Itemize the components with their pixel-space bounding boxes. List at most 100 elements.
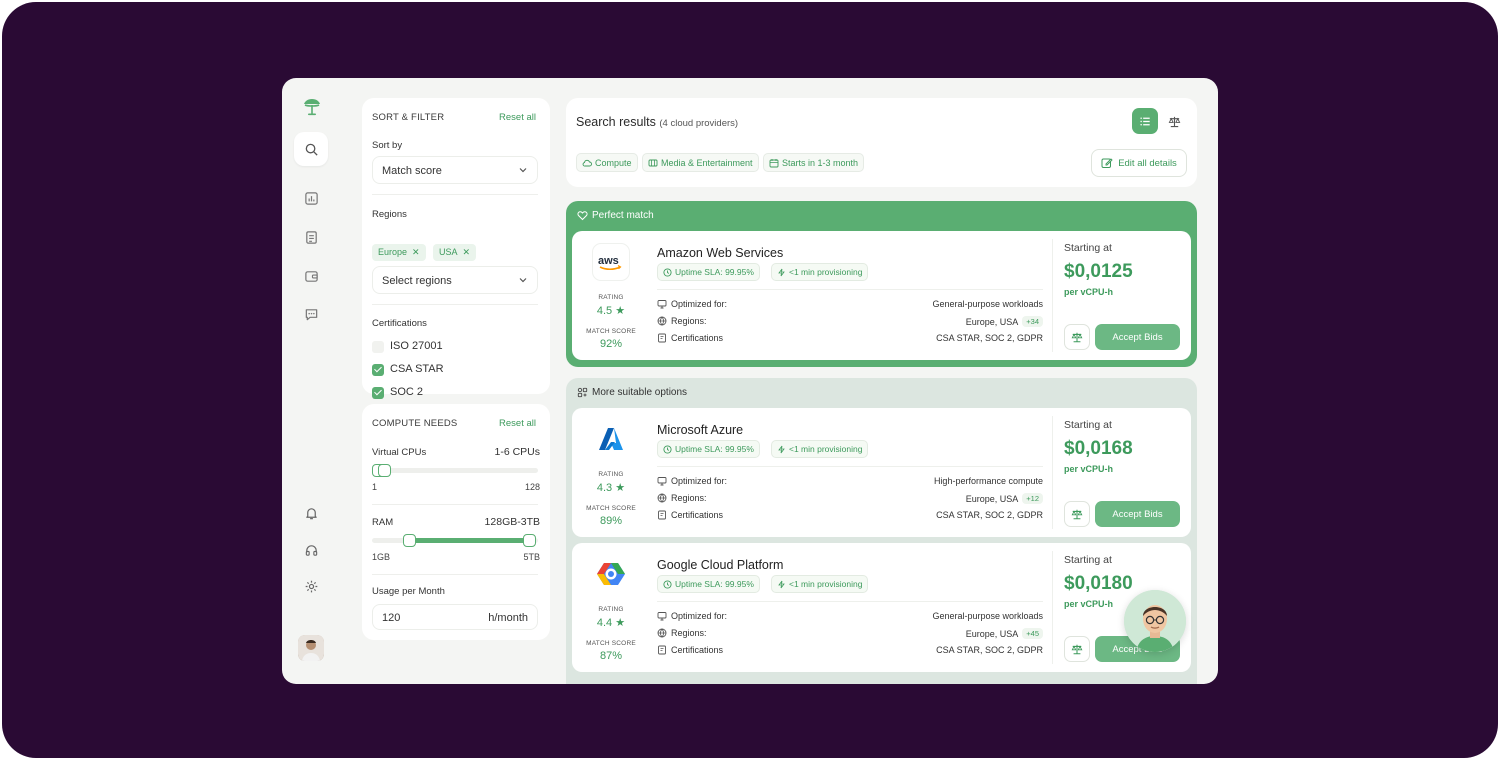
chip-media[interactable]: Media & Entertainment [642, 153, 759, 172]
rating-value: 4.5 ★ [596, 305, 626, 317]
vcpu-slider-track[interactable] [372, 464, 538, 477]
provider-card-azure[interactable]: RATING 4.3 ★ MATCH SCORE 89% Microsoft A… [572, 408, 1191, 537]
nav-notifications[interactable] [294, 496, 328, 530]
nav-reports[interactable] [294, 181, 328, 215]
divider [657, 601, 1043, 602]
cert-label-csa: CSA STAR [390, 363, 444, 375]
aws-logo: aws [592, 243, 630, 281]
compare-button[interactable] [1064, 501, 1090, 527]
uptime-badge: Uptime SLA: 99.95% [657, 575, 760, 593]
price: $0,0125 [1064, 261, 1133, 282]
usage-value: 120 [382, 612, 401, 624]
list-view-button[interactable] [1132, 108, 1158, 134]
region-tag-usa[interactable]: USA ✕ [433, 244, 477, 261]
checkbox-csa-star[interactable] [372, 364, 384, 376]
regions-row: Regions: Europe, USA +45 [657, 628, 1043, 642]
provisioning-badge: <1 min provisioning [771, 263, 869, 281]
chevron-down-icon [519, 278, 527, 283]
gcp-logo-icon [597, 563, 625, 585]
regions-placeholder: Select regions [382, 275, 452, 287]
ram-max-handle[interactable] [523, 534, 537, 547]
uptime-badge: Uptime SLA: 99.95% [657, 263, 760, 281]
user-avatar[interactable] [298, 635, 324, 661]
remove-tag-icon[interactable]: ✕ [463, 247, 471, 257]
certifications-row: Certifications CSA STAR, SOC 2, GDPR [657, 333, 1043, 347]
divider [372, 304, 538, 305]
compare-button[interactable] [1064, 636, 1090, 662]
match-value: 87% [599, 650, 623, 662]
checkbox-iso-27001[interactable] [372, 341, 384, 353]
starting-label: Starting at [1064, 419, 1112, 431]
nav-support[interactable] [294, 533, 328, 567]
provisioning-badge: <1 min provisioning [771, 575, 869, 593]
provider-card-gcp[interactable]: RATING 4.4 ★ MATCH SCORE 87% Google Clou… [572, 543, 1191, 672]
provider-card-aws[interactable]: aws RATING 4.5 ★ MATCH SCORE 92% Amazon … [572, 231, 1191, 360]
ram-slider-track[interactable] [372, 534, 538, 547]
nav-search[interactable] [294, 132, 328, 166]
vcpu-max-handle[interactable] [378, 464, 392, 477]
nav-documents[interactable] [294, 220, 328, 254]
assistant-avatar[interactable] [1124, 590, 1186, 652]
rating-label: RATING [598, 471, 624, 478]
remove-tag-icon[interactable]: ✕ [412, 247, 420, 257]
monitor-icon [657, 477, 667, 486]
results-count: (4 cloud providers) [659, 118, 739, 129]
document-icon [305, 230, 317, 244]
ram-max-tick: 5TB [523, 552, 540, 562]
price-unit: per vCPU-h [1064, 287, 1114, 297]
region-tag-europe[interactable]: Europe ✕ [372, 244, 426, 261]
heart-icon [577, 211, 588, 221]
provisioning-badge: <1 min provisioning [771, 440, 869, 458]
edit-details-button[interactable]: Edit all details [1091, 149, 1187, 177]
assistant-character-icon [1124, 590, 1186, 652]
divider [1052, 239, 1053, 352]
more-options-group: More suitable options RATING 4.3 ★ MATCH… [566, 378, 1197, 684]
chip-start-date[interactable]: Starts in 1-3 month [763, 153, 865, 172]
checkbox-soc-2[interactable] [372, 387, 384, 399]
usage-input[interactable]: 120 h/month [372, 604, 538, 630]
azure-logo-icon [599, 428, 623, 450]
starting-label: Starting at [1064, 554, 1112, 566]
app-window: SORT & FILTER Reset all Sort by Match sc… [282, 78, 1218, 684]
headset-icon [305, 544, 317, 556]
certifications-row: Certifications CSA STAR, SOC 2, GDPR [657, 645, 1043, 659]
nav-wallet[interactable] [294, 259, 328, 293]
lightning-icon [778, 445, 785, 453]
chevron-down-icon [519, 168, 527, 173]
globe-icon [657, 316, 667, 326]
calendar-icon [769, 158, 779, 167]
accept-bids-button[interactable]: Accept Bids [1095, 324, 1180, 350]
scale-icon [1168, 116, 1180, 127]
divider [1052, 416, 1053, 529]
sort-by-select[interactable]: Match score [372, 156, 538, 184]
search-results-header: Search results (4 cloud providers) Compu… [566, 98, 1197, 187]
scale-icon [1071, 332, 1083, 343]
accept-bids-button[interactable]: Accept Bids [1095, 501, 1180, 527]
compare-view-button[interactable] [1161, 108, 1187, 134]
star-icon: ★ [615, 305, 626, 317]
usage-unit: h/month [488, 612, 528, 624]
reset-filters-link[interactable]: Reset all [499, 112, 536, 123]
compare-button[interactable] [1064, 324, 1090, 350]
list-icon [1139, 117, 1150, 125]
lightning-icon [778, 268, 785, 276]
ram-min-handle[interactable] [402, 534, 416, 547]
nav-messages[interactable] [294, 297, 328, 331]
certifications-label: Certifications [372, 318, 427, 329]
svg-text:aws: aws [598, 255, 619, 267]
filter-title: SORT & FILTER [372, 112, 445, 123]
divider [657, 466, 1043, 467]
clock-icon [663, 267, 672, 277]
reset-compute-link[interactable]: Reset all [499, 418, 536, 429]
vcpu-min-tick: 1 [372, 482, 378, 492]
cloud-icon [582, 159, 592, 166]
optimized-row: Optimized for: High-performance compute [657, 476, 1043, 490]
nav-settings[interactable] [294, 569, 328, 603]
scale-icon [1071, 509, 1083, 520]
chip-compute[interactable]: Compute [576, 153, 638, 172]
regions-more-badge: +12 [1022, 493, 1043, 504]
match-value: 92% [599, 338, 623, 350]
regions-select[interactable]: Select regions [372, 266, 538, 294]
gear-icon [305, 580, 317, 592]
ram-label: RAM [372, 517, 394, 528]
